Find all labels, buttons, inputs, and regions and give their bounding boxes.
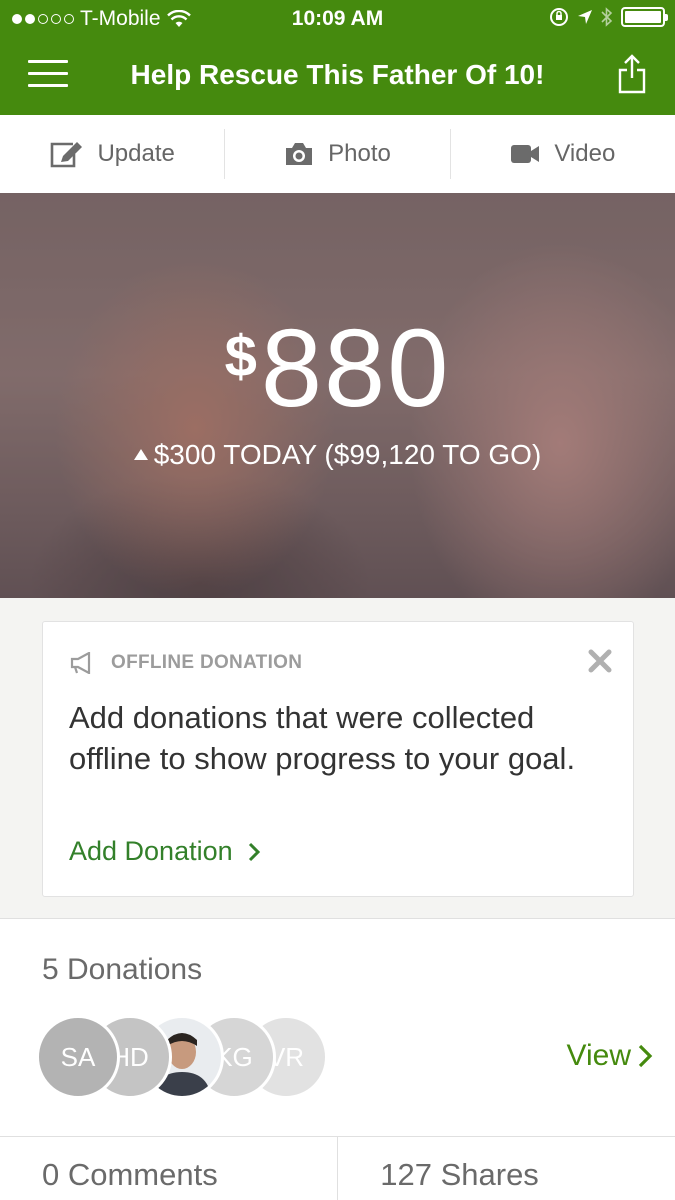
camera-icon xyxy=(286,143,313,165)
top-bar: T-Mobile 10:09 AM Help Rescue This Fathe… xyxy=(0,0,675,115)
page-title: Help Rescue This Father Of 10! xyxy=(130,59,545,90)
shares-count[interactable]: 127 Shares xyxy=(338,1137,675,1200)
campaign-hero-image: $880 $300 TODAY ($99,120 TO GO) xyxy=(0,193,675,598)
up-arrow-icon xyxy=(133,449,148,460)
view-donations-link[interactable]: View xyxy=(567,1039,653,1073)
currency-symbol: $ xyxy=(224,324,257,389)
video-camera-icon xyxy=(511,145,540,163)
orientation-lock-icon xyxy=(550,8,568,26)
donor-avatars[interactable]: SA HD KG VR xyxy=(36,1015,336,1099)
bluetooth-icon xyxy=(601,7,613,27)
share-icon[interactable] xyxy=(617,54,647,94)
card-body-text: Add donations that were collected offlin… xyxy=(69,700,576,776)
status-icons xyxy=(549,7,668,27)
video-label: Video xyxy=(554,140,616,167)
raised-today: $300 TODAY xyxy=(153,439,317,470)
photo-label: Photo xyxy=(328,140,391,167)
offline-donation-card: OFFLINE DONATION Add donations that were… xyxy=(42,621,634,897)
amount-raised: $880 xyxy=(0,305,675,432)
edit-icon xyxy=(51,142,83,168)
progress-line: $300 TODAY ($99,120 TO GO) xyxy=(0,439,675,471)
card-header: OFFLINE DONATION xyxy=(69,652,302,674)
amount-value: 880 xyxy=(260,307,451,430)
update-button[interactable]: Update xyxy=(0,115,224,193)
add-donation-link[interactable]: Add Donation xyxy=(69,836,261,867)
close-icon[interactable] xyxy=(587,648,613,674)
comments-count[interactable]: 0 Comments xyxy=(0,1137,337,1200)
photo-button[interactable]: Photo xyxy=(225,115,449,193)
avatar: SA xyxy=(36,1015,120,1099)
view-label: View xyxy=(566,1039,631,1072)
chevron-right-icon xyxy=(638,1044,653,1068)
chevron-right-icon xyxy=(248,842,260,861)
engagement-stats: 0 Comments 127 Shares xyxy=(0,1136,675,1200)
compose-toolbar: Update Photo Video xyxy=(0,115,675,193)
status-bar: T-Mobile 10:09 AM xyxy=(0,0,675,38)
update-label: Update xyxy=(97,140,175,167)
card-heading: OFFLINE DONATION xyxy=(111,652,303,673)
add-donation-label: Add Donation xyxy=(69,836,233,866)
remaining-to-goal: ($99,120 TO GO) xyxy=(324,439,542,470)
menu-icon[interactable] xyxy=(28,60,68,92)
megaphone-icon xyxy=(70,652,91,674)
donations-panel: 5 Donations SA HD KG VR View xyxy=(0,918,675,1136)
video-button[interactable]: Video xyxy=(451,115,675,193)
battery-icon xyxy=(621,7,668,27)
donations-count: 5 Donations xyxy=(42,953,203,986)
nav-bar: Help Rescue This Father Of 10! xyxy=(0,38,675,115)
location-icon xyxy=(578,10,592,24)
